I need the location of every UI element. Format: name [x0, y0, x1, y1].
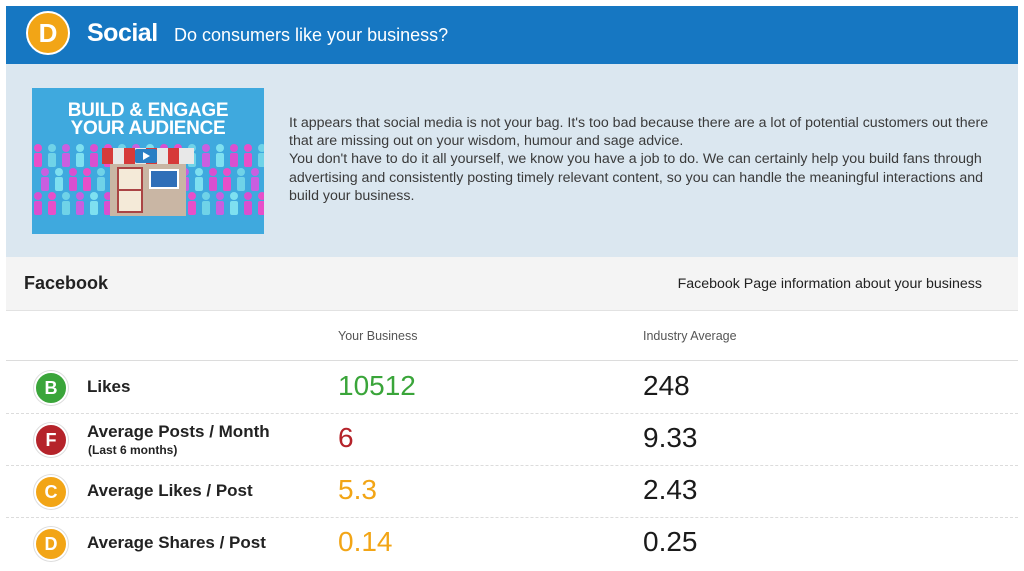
metric-your-value: 0.14	[338, 526, 393, 557]
facebook-title: Facebook	[24, 273, 109, 293]
metric-label: Average Likes / Post	[87, 481, 253, 500]
facebook-section-header: Facebook Facebook Page information about…	[6, 257, 1018, 311]
metric-your-value: 5.3	[338, 474, 377, 505]
metric-row: C Average Likes / Post 5.3 2.43	[6, 466, 1018, 518]
metrics-column-header: Your Business Industry Average	[6, 311, 1018, 361]
metric-row: F Average Posts / Month (Last 6 months) …	[6, 414, 1018, 466]
metric-industry-value: 2.43	[643, 474, 698, 505]
metric-industry-value: 0.25	[643, 526, 698, 557]
metric-grade-badge: C	[34, 475, 68, 509]
intro-description: It appears that social media is not your…	[289, 114, 989, 205]
metric-row: B Likes 10512 248	[6, 362, 1018, 414]
promo-image: BUILD & ENGAGE YOUR AUDIENCE	[32, 88, 264, 234]
facebook-info: Facebook Page information about your bus…	[677, 276, 982, 292]
metric-sublabel: (Last 6 months)	[88, 443, 178, 457]
metric-your-value: 6	[338, 422, 354, 453]
intro-panel: BUILD & ENGAGE YOUR AUDIENCE It appears …	[6, 64, 1018, 257]
metric-row: D Average Shares / Post 0.14 0.25	[6, 518, 1018, 570]
intro-paragraph-2: You don't have to do it all yourself, we…	[289, 151, 984, 204]
metric-grade-badge: D	[34, 527, 68, 561]
metric-label: Average Shares / Post	[87, 533, 266, 552]
social-report-panel: D Social Do consumers like your business…	[6, 0, 1018, 571]
intro-paragraph-1: It appears that social media is not your…	[289, 115, 989, 150]
metric-industry-value: 248	[643, 370, 690, 401]
section-subtitle: Do consumers like your business?	[174, 25, 449, 45]
metric-your-value: 10512	[338, 370, 416, 401]
metric-grade-badge: F	[34, 423, 68, 457]
metric-industry-value: 9.33	[643, 422, 698, 453]
social-header: D Social Do consumers like your business…	[6, 6, 1018, 64]
promo-headline-2: YOUR AUDIENCE	[70, 118, 226, 139]
column-industry-average: Industry Average	[643, 329, 737, 343]
section-title: Social	[87, 19, 158, 47]
metric-grade-badge: B	[34, 371, 68, 405]
metric-label: Likes	[87, 377, 131, 396]
overall-grade-badge: D	[26, 11, 70, 55]
column-your-business: Your Business	[338, 329, 418, 343]
metric-label: Average Posts / Month	[87, 422, 270, 441]
